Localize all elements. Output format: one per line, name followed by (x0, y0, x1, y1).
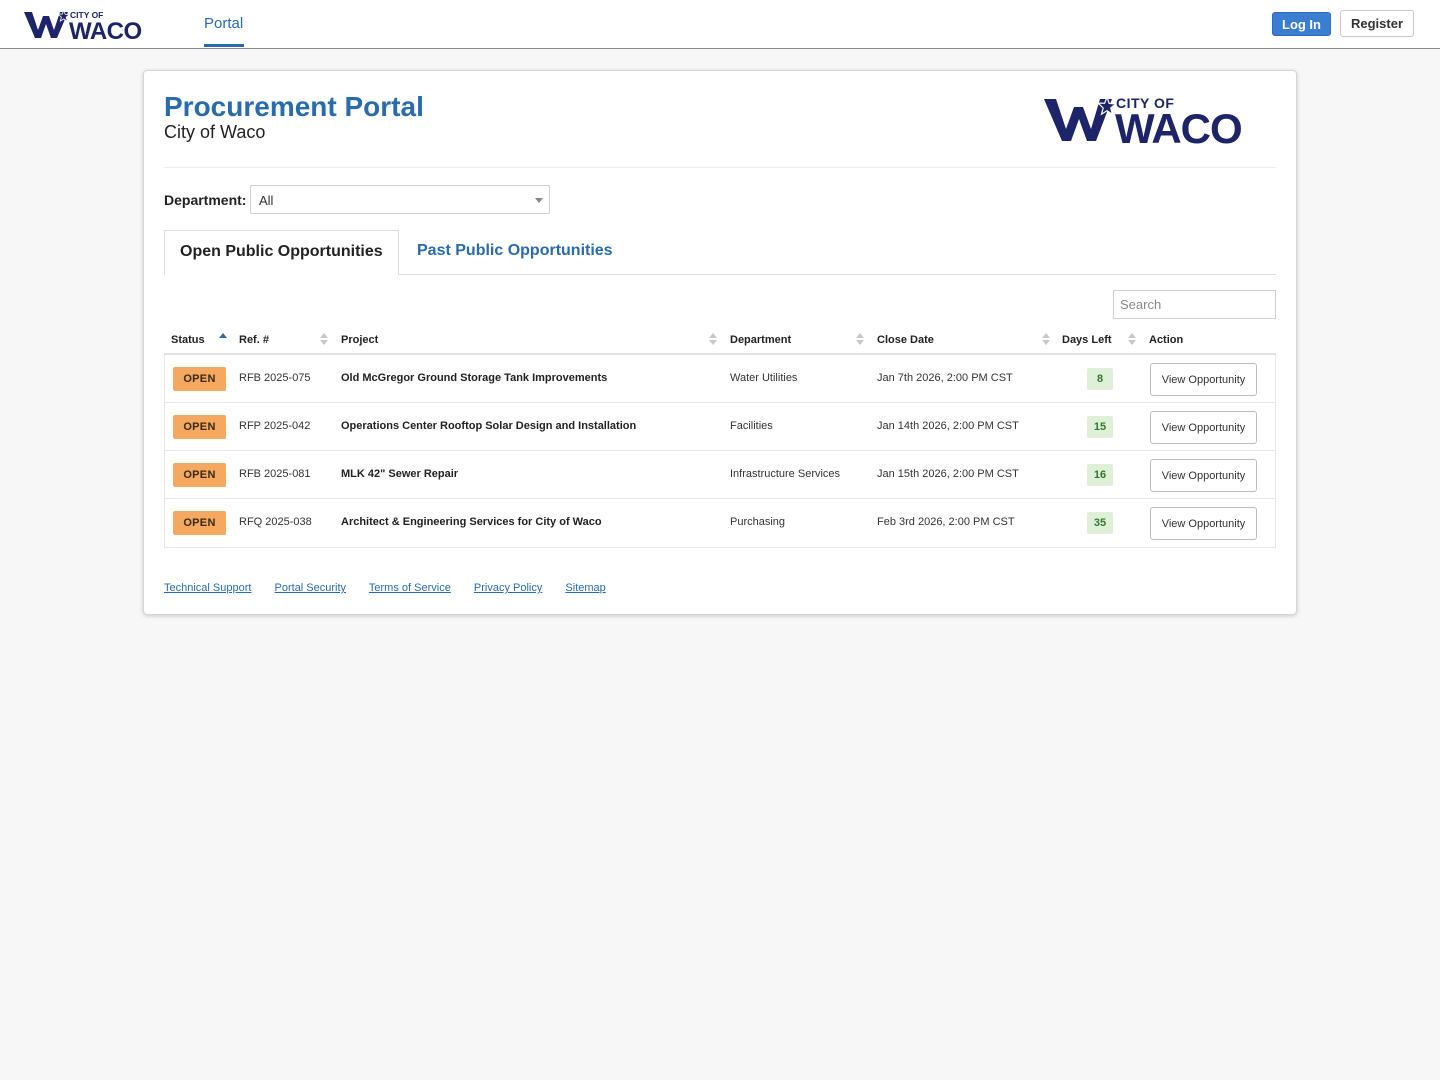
project-name: MLK 42" Sewer Repair (341, 468, 459, 480)
footer-link-sitemap[interactable]: Sitemap (565, 582, 605, 594)
caret-down-icon (535, 198, 543, 203)
project-name: Operations Center Rooftop Solar Design a… (341, 420, 637, 432)
view-opportunity-button[interactable]: View Opportunity (1150, 411, 1257, 444)
department-select[interactable]: All (250, 185, 550, 214)
ref-number: RFB 2025-075 (239, 372, 311, 384)
sort-arrows-icon[interactable] (709, 333, 717, 347)
department-name: Facilities (730, 420, 773, 432)
col-header-project[interactable]: Project (341, 334, 378, 346)
ref-number: RFB 2025-081 (239, 468, 311, 480)
sort-asc-icon[interactable] (219, 333, 227, 347)
footer-link-privacy-policy[interactable]: Privacy Policy (474, 582, 542, 594)
view-opportunity-button[interactable]: View Opportunity (1150, 507, 1257, 540)
waco-logo-icon: CITY OF WACO (24, 9, 142, 42)
nav-logo[interactable]: CITY OF WACO (22, 8, 172, 42)
view-opportunity-button[interactable]: View Opportunity (1150, 363, 1257, 396)
table-row: OPEN RFQ 2025-038 Architect & Engineerin… (165, 499, 1275, 547)
department-name: Purchasing (730, 516, 786, 528)
table-body: OPEN RFB 2025-075 Old McGregor Ground St… (164, 355, 1276, 548)
table-header: Status Ref. # Project Department Close D… (164, 325, 1276, 355)
close-date: Jan 15th 2026, 2:00 PM CST (877, 468, 1019, 480)
page-subtitle: City of Waco (164, 122, 266, 142)
department-label: Department: (164, 192, 247, 208)
days-left-badge: 8 (1087, 368, 1113, 390)
footer-links: Technical Support Portal Security Terms … (164, 582, 626, 594)
project-name: Architect & Engineering Services for Cit… (341, 516, 602, 528)
col-header-department[interactable]: Department (730, 334, 791, 346)
sort-arrows-icon[interactable] (320, 333, 328, 347)
sort-arrows-icon[interactable] (1042, 333, 1050, 347)
days-left-badge: 16 (1087, 464, 1113, 486)
status-badge: OPEN (173, 367, 226, 391)
header-divider (164, 167, 1276, 168)
col-header-ref[interactable]: Ref. # (239, 334, 269, 346)
waco-logo-large-icon: CITY OF WACO (1044, 95, 1243, 152)
status-badge: OPEN (173, 511, 226, 535)
ref-number: RFQ 2025-038 (239, 516, 312, 528)
tab-open-opportunities[interactable]: Open Public Opportunities (164, 230, 399, 275)
col-header-close-date[interactable]: Close Date (877, 334, 934, 346)
procurement-card: Procurement Portal City of Waco CITY OF … (143, 70, 1297, 615)
ref-number: RFP 2025-042 (239, 420, 311, 432)
view-opportunity-button[interactable]: View Opportunity (1150, 459, 1257, 492)
col-header-action: Action (1149, 334, 1184, 346)
col-header-status[interactable]: Status (171, 334, 205, 346)
footer-link-portal-security[interactable]: Portal Security (275, 582, 347, 594)
days-left-badge: 35 (1087, 512, 1113, 534)
login-button[interactable]: Log In (1272, 12, 1331, 36)
close-date: Jan 7th 2026, 2:00 PM CST (877, 372, 1013, 384)
col-header-days-left[interactable]: Days Left (1062, 334, 1112, 346)
footer-link-terms-of-service[interactable]: Terms of Service (369, 582, 451, 594)
department-name: Water Utilities (730, 372, 798, 384)
header-logo: CITY OF WACO (1042, 91, 1280, 152)
page-title: Procurement Portal (164, 91, 424, 122)
nav-tab-active-indicator (204, 44, 244, 47)
department-name: Infrastructure Services (730, 468, 841, 480)
search-input[interactable] (1113, 290, 1276, 319)
svg-text:WACO: WACO (69, 18, 142, 42)
table-row: OPEN RFB 2025-081 MLK 42" Sewer Repair I… (165, 451, 1275, 499)
table-row: OPEN RFB 2025-075 Old McGregor Ground St… (165, 355, 1275, 403)
sort-arrows-icon[interactable] (856, 333, 864, 347)
nav-tab-portal[interactable]: Portal (204, 0, 243, 48)
register-button[interactable]: Register (1340, 10, 1414, 37)
department-select-value: All (259, 193, 274, 208)
top-nav-bar: CITY OF WACO Portal Log In Register (0, 0, 1440, 49)
table-row: OPEN RFP 2025-042 Operations Center Roof… (165, 403, 1275, 451)
close-date: Jan 14th 2026, 2:00 PM CST (877, 420, 1019, 432)
close-date: Feb 3rd 2026, 2:00 PM CST (877, 516, 1015, 528)
project-name: Old McGregor Ground Storage Tank Improve… (341, 372, 608, 384)
status-badge: OPEN (173, 463, 226, 487)
tab-past-opportunities[interactable]: Past Public Opportunities (417, 242, 613, 260)
days-left-badge: 15 (1087, 416, 1113, 438)
footer-link-technical-support[interactable]: Technical Support (164, 582, 251, 594)
opportunities-table: Status Ref. # Project Department Close D… (164, 325, 1276, 548)
status-badge: OPEN (173, 415, 226, 439)
svg-text:WACO: WACO (1115, 105, 1242, 147)
sort-arrows-icon[interactable] (1128, 333, 1136, 347)
